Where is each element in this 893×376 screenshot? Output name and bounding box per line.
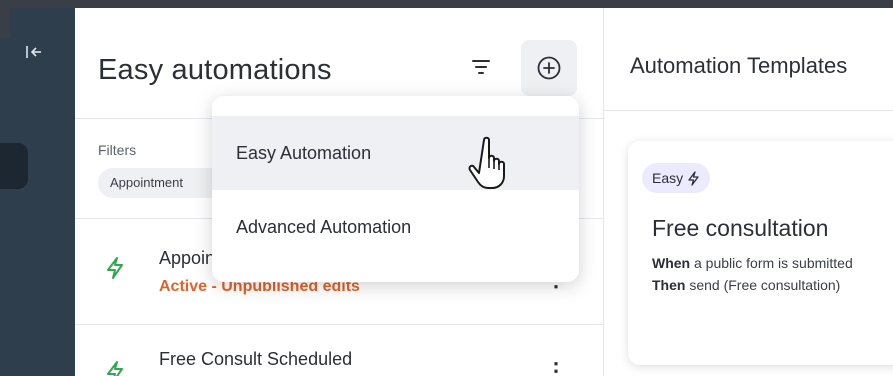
row-title[interactable]: Free Consult Scheduled: [159, 349, 352, 370]
plus-circle-icon: [537, 56, 561, 80]
menu-item-easy-automation[interactable]: Easy Automation: [212, 116, 579, 190]
bolt-icon: [105, 360, 125, 376]
then-text: send (Free consultation): [685, 277, 841, 293]
template-when: When a public form is submitted: [652, 255, 853, 271]
row-divider: [75, 324, 603, 325]
page-title: Easy automations: [98, 54, 332, 86]
badge-label: Easy: [652, 170, 684, 186]
filter-icon[interactable]: [469, 55, 493, 79]
template-title: Free consultation: [652, 215, 829, 241]
then-label: Then: [652, 277, 686, 293]
bolt-icon: [105, 256, 125, 280]
menu-item-advanced-automation[interactable]: Advanced Automation: [212, 190, 579, 264]
templates-divider: [604, 110, 893, 111]
create-automation-menu: Easy Automation Advanced Automation: [212, 96, 579, 282]
bolt-icon: [688, 170, 699, 186]
template-card[interactable]: Easy Free consultation When a public for…: [628, 141, 893, 365]
when-label: When: [652, 255, 691, 271]
side-nav: [0, 8, 75, 376]
nav-edge: [0, 8, 10, 38]
template-badge: Easy: [642, 163, 711, 193]
template-then: Then send (Free consultation): [652, 277, 840, 293]
nav-active-indicator[interactable]: [0, 143, 28, 189]
window-top-bar: [0, 0, 893, 8]
hand-pointer-cursor-icon: [468, 136, 505, 189]
collapse-left-icon[interactable]: [24, 42, 44, 62]
more-options-icon[interactable]: ⋮: [545, 358, 567, 376]
when-text: a public form is submitted: [690, 255, 853, 271]
panel-divider: [603, 8, 604, 376]
add-automation-button[interactable]: [521, 40, 577, 96]
templates-title: Automation Templates: [630, 53, 848, 78]
filters-label: Filters: [98, 142, 137, 158]
